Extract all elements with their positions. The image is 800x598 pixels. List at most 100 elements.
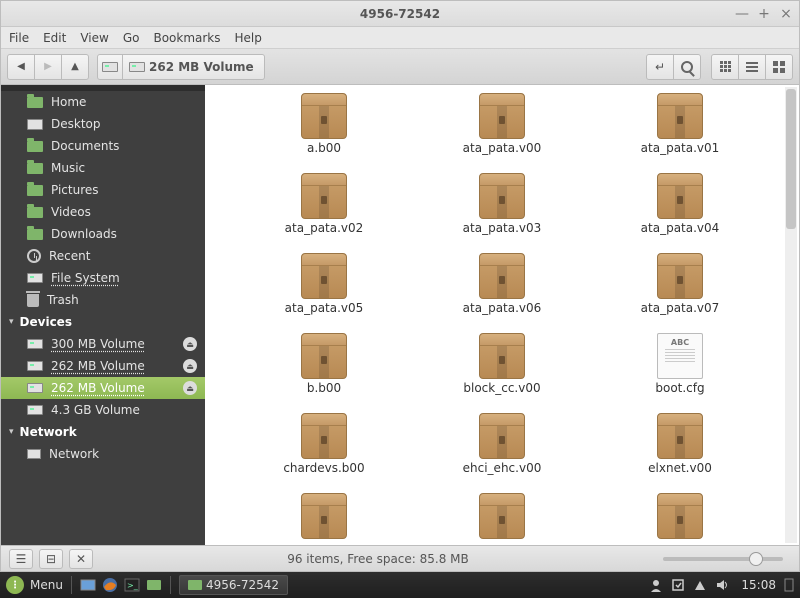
mint-menu-icon[interactable]: ⋮ [6, 576, 24, 594]
file-item[interactable]: ABCboot.cfg [591, 333, 769, 413]
sidebar-item-documents[interactable]: Documents [1, 135, 205, 157]
sidebar-device-item[interactable]: 262 MB Volume⏏ [1, 377, 205, 399]
window-maximize-button[interactable]: + [757, 7, 771, 21]
taskbar-window-button[interactable]: 4956-72542 [179, 575, 288, 595]
sidebar-item-label: Documents [51, 139, 119, 153]
sidebar-network-item[interactable]: Network [1, 443, 205, 465]
file-label: ata_pata.v01 [641, 141, 720, 155]
file-item[interactable] [235, 493, 413, 545]
menu-edit[interactable]: Edit [43, 31, 66, 45]
eject-button[interactable]: ⏏ [183, 359, 197, 373]
taskbar: ⋮ Menu >_ 4956-72542 15:08 [0, 572, 800, 598]
file-item[interactable]: ata_pata.v07 [591, 253, 769, 333]
sidebar-item-label: File System [51, 271, 120, 285]
file-item[interactable]: ata_pata.v06 [413, 253, 591, 333]
svg-text:>_: >_ [127, 581, 139, 590]
file-item[interactable]: b.b00 [235, 333, 413, 413]
window-minimize-button[interactable]: — [735, 7, 749, 21]
menu-view[interactable]: View [80, 31, 108, 45]
nav-forward-button[interactable] [34, 54, 62, 80]
file-item[interactable]: ata_pata.v03 [413, 173, 591, 253]
toggle-location-entry-button[interactable]: ↵ [646, 54, 674, 80]
location-root-button[interactable] [97, 54, 123, 80]
file-item[interactable] [591, 493, 769, 545]
user-icon[interactable] [649, 578, 663, 592]
view-compact-button[interactable] [765, 54, 793, 80]
view-list-button[interactable] [738, 54, 766, 80]
titlebar: 4956-72542 — + × [1, 1, 799, 27]
menu-go[interactable]: Go [123, 31, 140, 45]
clock[interactable]: 15:08 [741, 578, 776, 592]
file-label: ata_pata.v00 [463, 141, 542, 155]
sidebar-item-trash[interactable]: Trash [1, 289, 205, 311]
eject-button[interactable]: ⏏ [183, 381, 197, 395]
location-bar: 262 MB Volume [97, 54, 265, 80]
sidebar-device-item[interactable]: 300 MB Volume⏏ [1, 333, 205, 355]
file-item[interactable]: ata_pata.v02 [235, 173, 413, 253]
file-view[interactable]: a.b00 ata_pata.v00 ata_pata.v01 ata_pata.v0… [205, 85, 799, 545]
terminal-launcher[interactable]: >_ [124, 577, 140, 593]
zoom-slider[interactable] [663, 557, 783, 561]
sidebar-item-pictures[interactable]: Pictures [1, 179, 205, 201]
archive-icon [657, 253, 703, 299]
file-item[interactable]: chardevs.b00 [235, 413, 413, 493]
file-label: elxnet.v00 [648, 461, 712, 475]
files-launcher[interactable] [146, 577, 162, 593]
sidebar-item-desktop[interactable]: Desktop [1, 113, 205, 135]
file-item[interactable]: block_cc.v00 [413, 333, 591, 413]
scrollbar-thumb[interactable] [786, 89, 796, 229]
file-item[interactable]: elxnet.v00 [591, 413, 769, 493]
menu-bookmarks[interactable]: Bookmarks [153, 31, 220, 45]
sidebar-item-music[interactable]: Music [1, 157, 205, 179]
folder-icon [27, 229, 43, 240]
file-item[interactable]: ata_pata.v04 [591, 173, 769, 253]
show-tree-button[interactable]: ⊟ [39, 549, 63, 569]
menu-help[interactable]: Help [235, 31, 262, 45]
file-item[interactable]: ehci_ehc.v00 [413, 413, 591, 493]
network-tray-icon[interactable] [693, 578, 707, 592]
sidebar-item-downloads[interactable]: Downloads [1, 223, 205, 245]
sidebar-item-recent[interactable]: Recent [1, 245, 205, 267]
status-text: 96 items, Free space: 85.8 MB [99, 552, 657, 566]
show-places-button[interactable]: ☰ [9, 549, 33, 569]
archive-icon [301, 173, 347, 219]
file-item[interactable]: ata_pata.v05 [235, 253, 413, 333]
show-desktop-button[interactable] [80, 577, 96, 593]
system-tray: 15:08 [649, 578, 794, 592]
sidebar-device-item[interactable]: 262 MB Volume⏏ [1, 355, 205, 377]
file-item[interactable] [413, 493, 591, 545]
list-icon [746, 62, 758, 72]
search-button[interactable] [673, 54, 701, 80]
volume-icon[interactable] [715, 578, 729, 592]
menu-button-label[interactable]: Menu [30, 578, 63, 592]
update-icon[interactable] [671, 578, 685, 592]
sidebar-devices-header[interactable]: Devices [1, 311, 205, 333]
view-icons-button[interactable] [711, 54, 739, 80]
file-label: ata_pata.v03 [463, 221, 542, 235]
file-item[interactable]: ata_pata.v00 [413, 93, 591, 173]
eject-button[interactable]: ⏏ [183, 337, 197, 351]
file-item[interactable]: ata_pata.v01 [591, 93, 769, 173]
sidebar-device-item[interactable]: 4.3 GB Volume [1, 399, 205, 421]
sidebar-item-videos[interactable]: Videos [1, 201, 205, 223]
nav-back-button[interactable] [7, 54, 35, 80]
archive-icon [657, 173, 703, 219]
close-sidebar-button[interactable]: ✕ [69, 549, 93, 569]
archive-icon [301, 93, 347, 139]
panel-settings-icon[interactable] [784, 578, 794, 592]
sidebar-network-header[interactable]: Network [1, 421, 205, 443]
sidebar-item-home[interactable]: Home [1, 91, 205, 113]
sidebar-item-label: 4.3 GB Volume [51, 403, 140, 417]
vertical-scrollbar[interactable] [785, 87, 797, 543]
drive-icon [27, 405, 43, 415]
folder-icon [147, 580, 161, 590]
menu-file[interactable]: File [9, 31, 29, 45]
window-close-button[interactable]: × [779, 7, 793, 21]
location-crumb[interactable]: 262 MB Volume [123, 54, 265, 80]
sidebar-item-file system[interactable]: File System [1, 267, 205, 289]
nav-up-button[interactable] [61, 54, 89, 80]
file-item[interactable]: a.b00 [235, 93, 413, 173]
firefox-launcher[interactable] [102, 577, 118, 593]
file-label: ata_pata.v05 [285, 301, 364, 315]
sidebar-item-label: Pictures [51, 183, 99, 197]
